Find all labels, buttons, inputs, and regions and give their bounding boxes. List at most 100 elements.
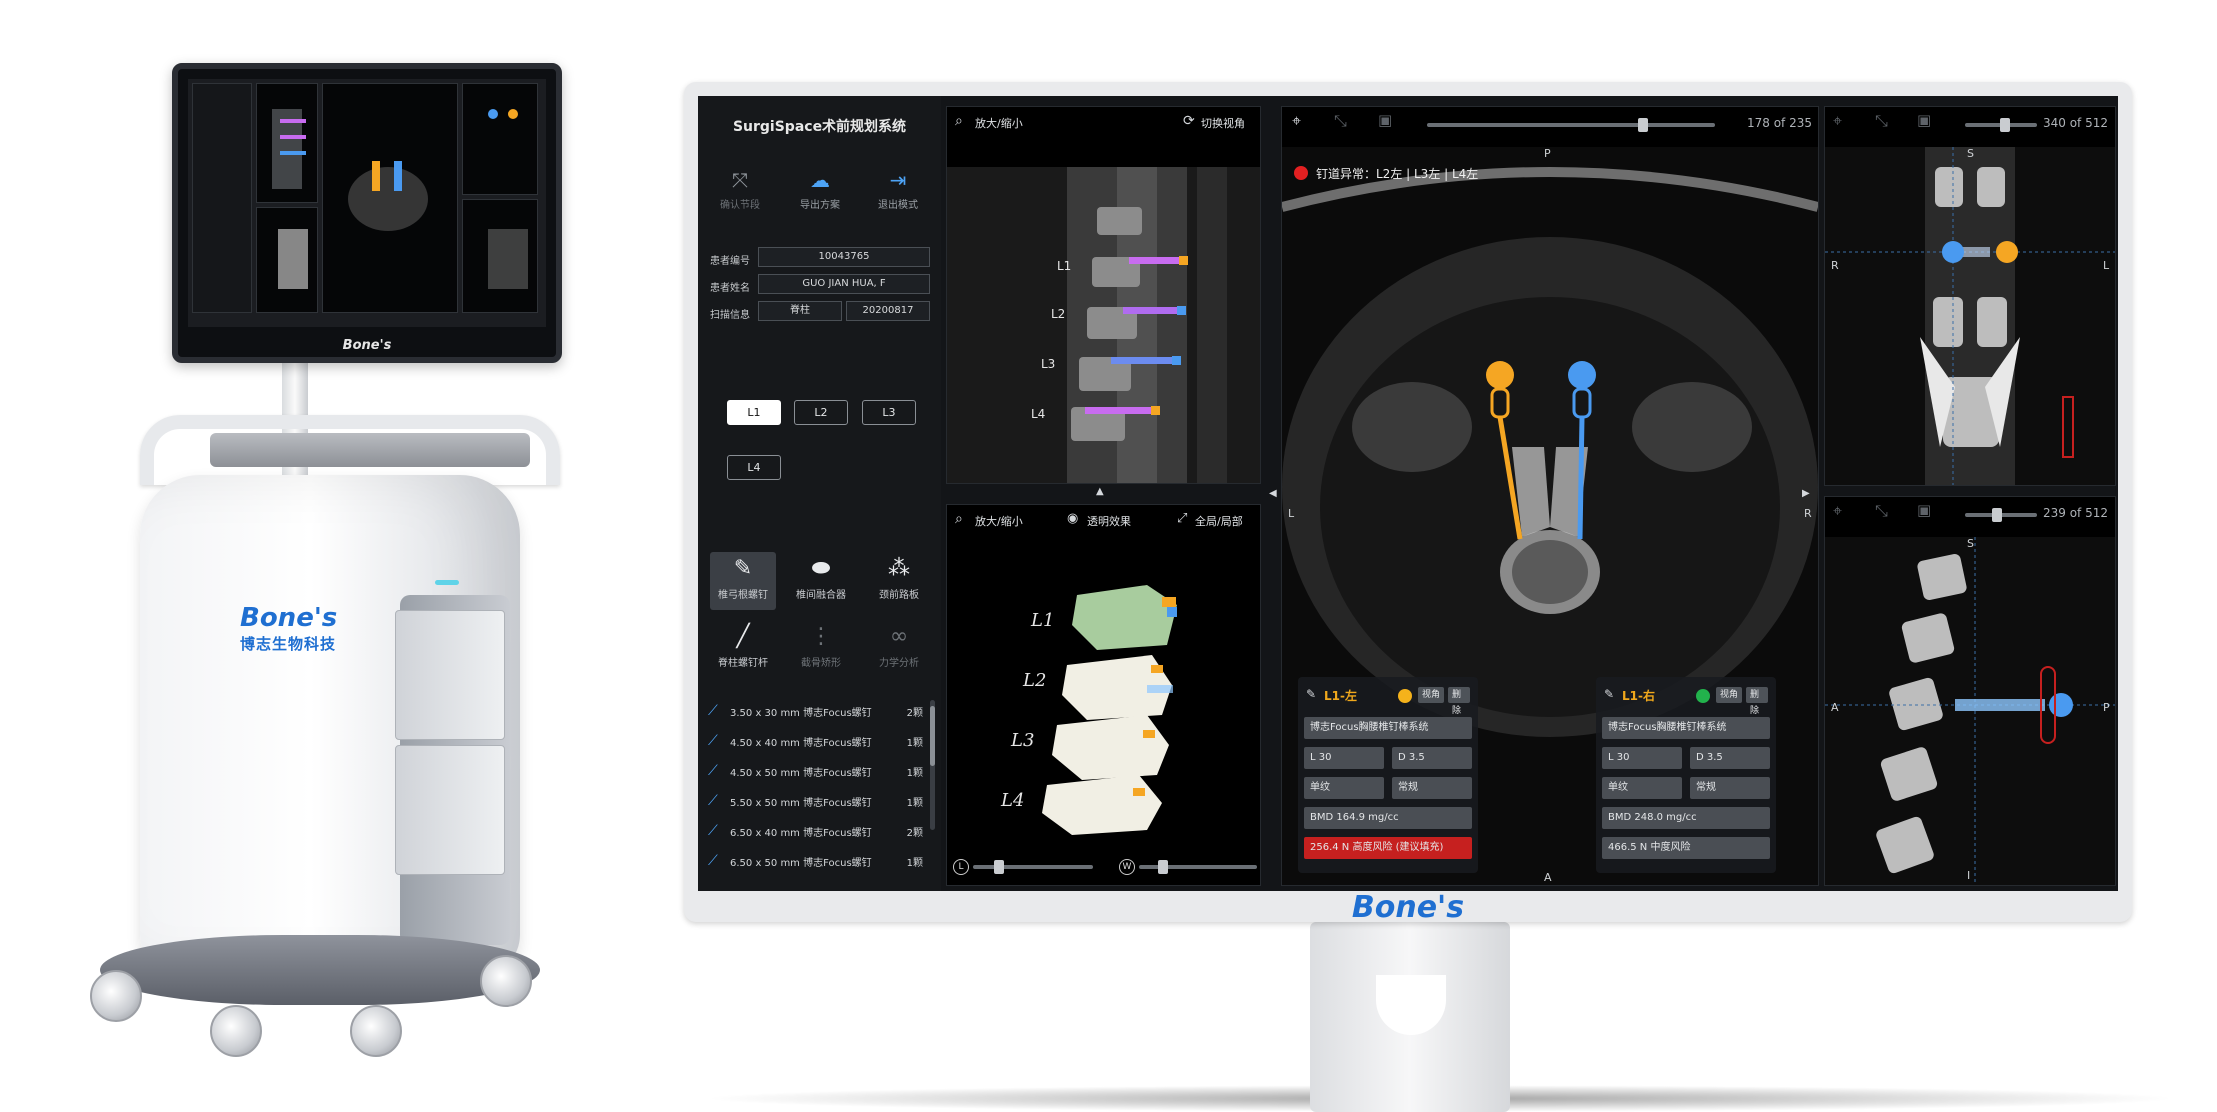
window-level-slider-thumb[interactable] xyxy=(994,860,1005,874)
screw-list-item[interactable]: ⟋ 5.50 x 50 mm 博志Focus螺钉 1颗 xyxy=(708,790,923,812)
level-button-l4[interactable]: L4 xyxy=(727,455,781,480)
scan-info-label: 扫描信息 xyxy=(710,310,750,321)
magnifier-icon[interactable]: ⌕ xyxy=(955,113,963,129)
confirm-segment-button[interactable]: ⤧ 确认节段 xyxy=(710,168,770,211)
sagittal-ct-image xyxy=(1825,537,2115,885)
screw-diameter-select[interactable]: D 3.5 xyxy=(1690,747,1770,769)
level-button-l2[interactable]: L2 xyxy=(794,400,848,425)
collapse-arrows-icon: ⤧ xyxy=(732,168,748,192)
spine-3d-view[interactable]: ⌕ 放大/缩小 ◉ 透明效果 ⤢ 全局/局部 L1 L2 L3 L4 L W xyxy=(946,504,1261,886)
cart-monitor: Bone's xyxy=(172,63,562,363)
bmd-value: BMD 248.0 mg/cc xyxy=(1602,807,1770,829)
collapse-left-icon[interactable]: ◀ xyxy=(1269,488,1277,499)
screw-system-select[interactable]: 博志Focus胸腰椎钉棒系统 xyxy=(1602,717,1770,739)
view-angle-button[interactable]: 视角 xyxy=(1418,687,1445,703)
switch-view-label[interactable]: 切换视角 xyxy=(1201,115,1245,131)
level-button-l1[interactable]: L1 xyxy=(727,400,781,425)
eye-icon[interactable]: ◉ xyxy=(1067,511,1078,526)
crosshair-icon[interactable]: ⌖ xyxy=(1833,111,1842,131)
screw-thread-select[interactable]: 单纹 xyxy=(1602,777,1682,799)
camera-icon[interactable]: ▣ xyxy=(1378,111,1392,129)
screw-type-select[interactable]: 常规 xyxy=(1690,777,1770,799)
camera-icon[interactable]: ▣ xyxy=(1917,111,1931,129)
cart-wheel xyxy=(210,1005,262,1057)
zoom-label[interactable]: 放大/缩小 xyxy=(975,115,1023,131)
slice-slider[interactable] xyxy=(1427,123,1715,127)
screw-list-item[interactable]: ⟋ 4.50 x 50 mm 博志Focus螺钉 1颗 xyxy=(708,760,923,782)
screw-list-item[interactable]: ⟋ 4.50 x 40 mm 博志Focus螺钉 1颗 xyxy=(708,730,923,752)
collapse-arrows-icon[interactable]: ⤡ xyxy=(1334,111,1347,131)
sagittal-ct-view[interactable]: ⌖ ⤡ ▣ 239 of 512 S A P I xyxy=(1824,496,2116,886)
crosshair-icon[interactable]: ⌖ xyxy=(1833,501,1842,521)
screw-list-item[interactable]: ⟋ 6.50 x 50 mm 博志Focus螺钉 1颗 xyxy=(708,850,923,872)
transparency-label[interactable]: 透明效果 xyxy=(1087,513,1131,529)
screw-length-select[interactable]: L 30 xyxy=(1602,747,1682,769)
sidebar: SurgiSpace术前规划系统 ⤧ 确认节段 ☁ 导出方案 ⇥ 退出模式 患者… xyxy=(698,96,941,891)
coronal-ct-image xyxy=(1825,147,2115,485)
screw-icon: ✎ xyxy=(1306,687,1317,701)
fit-view-icon[interactable]: ⤢ xyxy=(1177,511,1187,526)
pullout-force-risk: 256.4 N 高度风险 (建议填充) xyxy=(1304,837,1472,859)
screw-length-select[interactable]: L 30 xyxy=(1304,747,1384,769)
rotate-view-icon[interactable]: ⟳ xyxy=(1183,113,1195,129)
global-local-label[interactable]: 全局/局部 xyxy=(1195,513,1243,529)
patient-id-label: 患者编号 xyxy=(710,256,750,267)
surgical-cart: Bone's Bone's 博志生物科技 xyxy=(60,55,562,1095)
coronal-ct-view[interactable]: ⌖ ⤡ ▣ 340 of 512 S R L xyxy=(1824,106,2116,486)
level-button-l3[interactable]: L3 xyxy=(862,400,916,425)
screw-list-item[interactable]: ⟋ 3.50 x 30 mm 博志Focus螺钉 2颗 xyxy=(708,700,923,722)
window-level-label: L xyxy=(953,859,969,875)
screw-icon: ⟋ xyxy=(708,703,718,719)
collapse-up-icon[interactable]: ▲ xyxy=(1096,486,1104,497)
cart-monitor-screen xyxy=(188,79,546,327)
osteotomy-tool[interactable]: ⋮ 截骨矫形 xyxy=(788,620,854,669)
cervical-plate-tool[interactable]: ⁂ 颈前路板 xyxy=(866,552,932,601)
collapse-arrows-icon[interactable]: ⤡ xyxy=(1875,111,1888,131)
screw-card-title: L1-左 xyxy=(1324,689,1357,703)
delete-button[interactable]: 删除 xyxy=(1746,687,1768,716)
exit-mode-button[interactable]: ⇥ 退出模式 xyxy=(868,168,928,211)
collapse-right-icon[interactable]: ▶ xyxy=(1802,488,1810,499)
scan-part-field: 脊柱 xyxy=(758,301,842,321)
link-icon: ∞ xyxy=(889,624,909,649)
magnifier-icon[interactable]: ⌕ xyxy=(955,511,963,527)
window-width-slider-thumb[interactable] xyxy=(1157,860,1168,874)
screw-list-scroll-thumb[interactable] xyxy=(930,706,935,766)
screw-icon: ⟋ xyxy=(708,793,718,809)
pedicle-screw-tool[interactable]: ✎ 椎弓根螺钉 xyxy=(710,552,776,610)
screw-card-title: L1-右 xyxy=(1622,689,1655,703)
window-width-slider[interactable] xyxy=(1139,865,1257,869)
collapse-arrows-icon[interactable]: ⤡ xyxy=(1875,501,1888,521)
export-plan-button[interactable]: ☁ 导出方案 xyxy=(790,168,850,211)
crosshair-icon[interactable]: ⌖ xyxy=(1292,111,1301,131)
cart-drawer-bottom xyxy=(395,745,505,875)
orientation-top: P xyxy=(1544,147,1551,160)
screw-system-select[interactable]: 博志Focus胸腰椎钉棒系统 xyxy=(1304,717,1472,739)
plate-icon: ⁂ xyxy=(888,556,910,581)
interbody-cage-tool[interactable]: ⬬ 椎间融合器 xyxy=(788,552,854,601)
slice-slider-thumb[interactable] xyxy=(1992,508,2003,522)
view-angle-button[interactable]: 视角 xyxy=(1716,687,1743,703)
patient-name-label: 患者姓名 xyxy=(710,283,750,294)
view-toolbar: ⌕ 放大/缩小 ◉ 透明效果 ⤢ 全局/局部 xyxy=(947,505,1260,535)
sagittal-xray-view[interactable]: ⌕ 放大/缩小 ⟳ 切换视角 L1 L2 L3 L4 xyxy=(946,106,1261,484)
cart-wheel xyxy=(90,970,142,1022)
slice-slider-thumb[interactable] xyxy=(1638,118,1648,132)
zoom-label[interactable]: 放大/缩小 xyxy=(975,513,1023,529)
slice-slider-thumb[interactable] xyxy=(1999,118,2010,132)
screw-thread-select[interactable]: 单纹 xyxy=(1304,777,1384,799)
screw-list-item[interactable]: ⟋ 6.50 x 40 mm 博志Focus螺钉 2颗 xyxy=(708,820,923,842)
orientation-bottom: I xyxy=(1967,869,1971,882)
spinal-rod-tool[interactable]: ╱ 脊柱螺钉杆 xyxy=(710,620,776,669)
screw-diameter-select[interactable]: D 3.5 xyxy=(1392,747,1472,769)
delete-button[interactable]: 删除 xyxy=(1448,687,1470,716)
axial-ct-view[interactable]: ⌖ ⤡ ▣ 178 of 235 P A L R 钉道异常：L2左 | L3左 … xyxy=(1281,106,1819,886)
window-level-slider[interactable] xyxy=(973,865,1093,869)
cart-wheel xyxy=(480,955,532,1007)
screw-status-dot xyxy=(1398,689,1412,703)
slice-counter: 340 of 512 xyxy=(2043,116,2109,130)
camera-icon[interactable]: ▣ xyxy=(1917,501,1931,519)
screw-type-select[interactable]: 常规 xyxy=(1392,777,1472,799)
orientation-right: P xyxy=(2103,701,2110,714)
mechanics-analysis-tool[interactable]: ∞ 力学分析 xyxy=(866,620,932,669)
